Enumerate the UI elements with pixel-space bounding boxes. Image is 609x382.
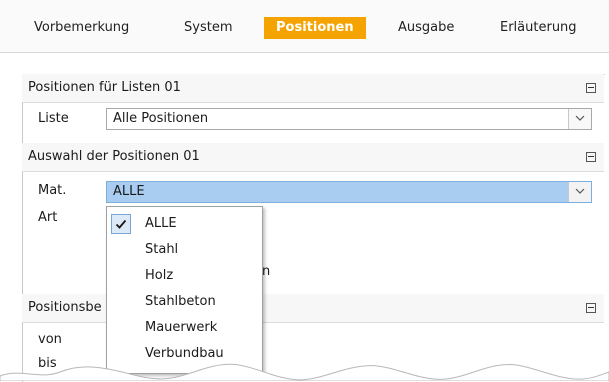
collapse-icon[interactable] [586, 83, 596, 93]
option-label: Stahlbeton [145, 294, 216, 309]
option-label: Verbundbau [145, 346, 224, 361]
mat-select[interactable]: ALLE [106, 181, 592, 203]
torn-edge [0, 363, 609, 381]
tab-positionen[interactable]: Positionen [264, 17, 366, 39]
chevron-down-icon[interactable] [568, 182, 591, 202]
collapse-icon[interactable] [586, 303, 596, 313]
art-label: Art [38, 210, 58, 225]
tab-system[interactable]: System [184, 17, 232, 39]
tab-erlaeuterung[interactable]: Erläuterung [500, 17, 577, 39]
section-title: Positionsbe [28, 300, 102, 315]
mat-dropdown-list[interactable]: ALLE Stahl Holz Stahlbeton Mauerwerk Ver… [106, 206, 263, 374]
dropdown-option-stahlbeton[interactable]: Stahlbeton [107, 289, 262, 315]
mat-label: Mat. [38, 183, 67, 198]
liste-label: Liste [38, 111, 69, 126]
checkmark-icon [111, 214, 131, 234]
section-positionen-listen-header[interactable]: Positionen für Listen 01 [22, 74, 604, 103]
obscured-text: n [262, 264, 271, 279]
chevron-down-icon[interactable] [568, 109, 591, 129]
option-label: Stahl [145, 242, 179, 257]
section-title: Positionen für Listen 01 [28, 80, 181, 95]
von-label: von [38, 332, 62, 347]
dropdown-option-alle[interactable]: ALLE [107, 211, 262, 237]
dropdown-option-mauerwerk[interactable]: Mauerwerk [107, 315, 262, 341]
option-label: Mauerwerk [145, 320, 218, 335]
tab-ausgabe[interactable]: Ausgabe [398, 17, 454, 39]
liste-select[interactable]: Alle Positionen [106, 108, 592, 130]
option-label: Holz [145, 268, 174, 283]
mat-value: ALLE [113, 184, 145, 199]
option-label: ALLE [145, 216, 177, 231]
section-title: Auswahl der Positionen 01 [28, 149, 200, 164]
tab-bar: Vorbemerkung System Positionen Ausgabe E… [0, 0, 609, 53]
dropdown-option-stahl[interactable]: Stahl [107, 237, 262, 263]
collapse-icon[interactable] [586, 152, 596, 162]
liste-value: Alle Positionen [113, 111, 209, 126]
section-auswahl-header[interactable]: Auswahl der Positionen 01 [22, 143, 604, 172]
tab-vorbemerkung[interactable]: Vorbemerkung [34, 17, 129, 39]
dropdown-option-holz[interactable]: Holz [107, 263, 262, 289]
